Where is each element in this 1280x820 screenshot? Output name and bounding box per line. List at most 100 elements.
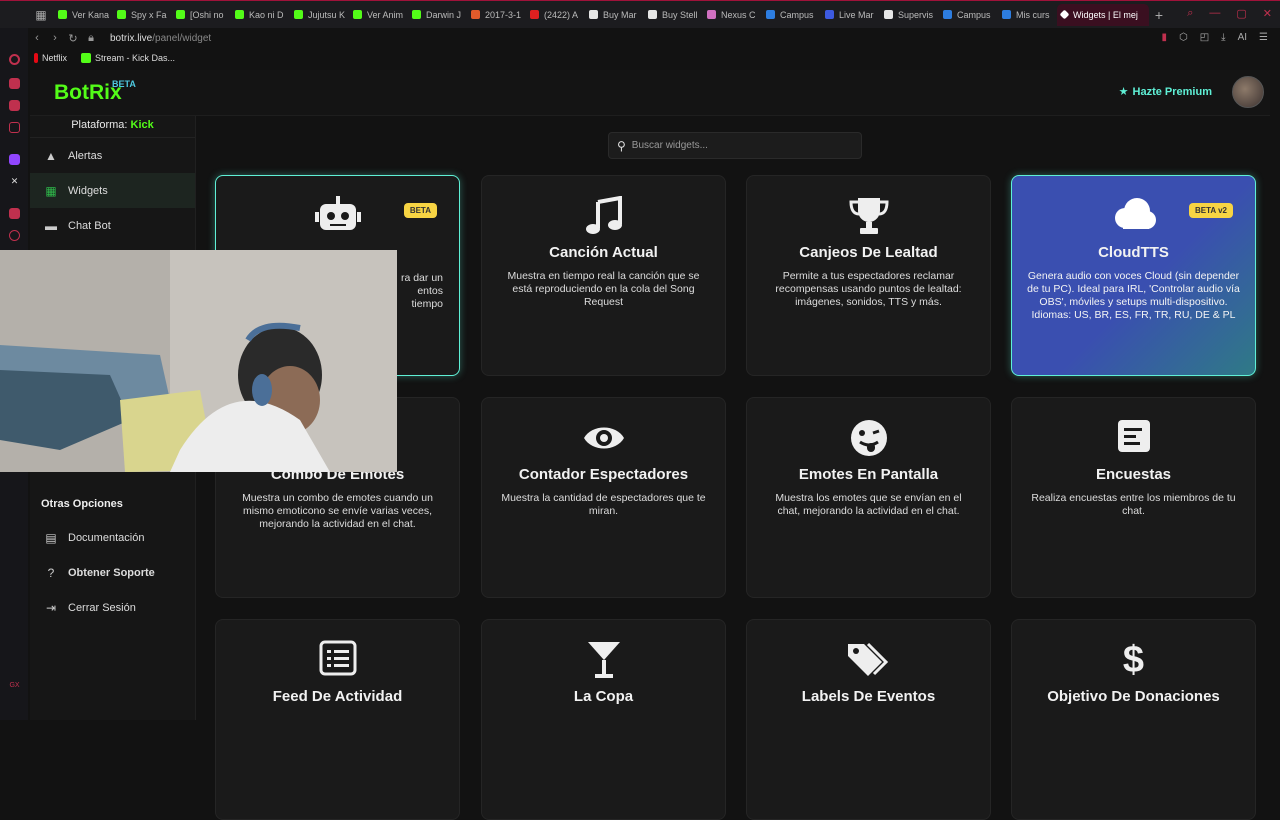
tab-label: Campus <box>780 9 814 20</box>
tab-favicon-icon <box>589 10 598 19</box>
sidebar-item-chat-bot[interactable]: ▬ Chat Bot <box>30 208 195 243</box>
card-desc: Permite a tus espectadores reclamar reco… <box>775 270 962 308</box>
botrix-favicon-icon <box>1059 9 1070 20</box>
widget-card-emotes-pantalla[interactable]: Emotes En Pantalla Muestra los emotes qu… <box>746 397 991 598</box>
snapshot-icon[interactable]: ◰ <box>1200 32 1209 43</box>
tab-item[interactable]: Ver Kana <box>54 4 113 26</box>
app-header: BotRix BETA ★ Hazte Premium <box>30 70 1270 116</box>
sidebar-item-cerrar-sesion[interactable]: ⇥ Cerrar Sesión <box>30 590 196 625</box>
opera-logo-icon[interactable] <box>9 54 20 65</box>
list-icon <box>216 640 459 680</box>
card-desc: Muestra en tiempo real la canción que se… <box>507 270 700 308</box>
beta-badge: BETA <box>403 203 437 218</box>
tab-favicon-icon <box>707 10 716 19</box>
tab-label: Spy x Fa <box>131 9 167 20</box>
vpn-icon[interactable]: ▮ <box>1161 32 1167 43</box>
sidebar-item-soporte[interactable]: ? Obtener Soporte <box>30 555 196 590</box>
widget-card-canjeos[interactable]: Canjeos De Lealtad Permite a tus especta… <box>746 175 991 376</box>
tab-item[interactable]: [Oshi no <box>172 4 231 26</box>
avatar[interactable] <box>1232 76 1264 108</box>
sidebar-item-label: Documentación <box>68 531 145 544</box>
tab-item[interactable]: Kao ni D <box>231 4 290 26</box>
card-title: Contador Espectadores <box>518 466 689 483</box>
bookmarks-bar: Netflix Stream - Kick Das... <box>28 48 175 68</box>
aria-icon[interactable] <box>9 78 20 89</box>
search-input[interactable] <box>631 140 832 151</box>
logout-icon: ⇥ <box>45 600 57 615</box>
menu-icon[interactable]: ☰ <box>1259 32 1268 43</box>
tab-item[interactable]: Mis curs <box>998 4 1057 26</box>
tab-item[interactable]: Buy Stell <box>644 4 703 26</box>
tab-label: Mis curs <box>1016 9 1050 20</box>
search-icon: ⚲ <box>617 138 626 153</box>
close-button[interactable]: ✕ <box>1263 7 1272 20</box>
card-title: Feed De Actividad <box>272 688 403 705</box>
card-desc: Realiza encuestas entre los miembros de … <box>1031 492 1236 517</box>
tab-item[interactable]: Campus <box>939 4 998 26</box>
sidebar-item-documentacion[interactable]: ▤ Documentación <box>30 520 196 555</box>
aria-ai-button[interactable]: AI <box>1238 32 1247 43</box>
platform-label: Plataforma: <box>71 119 128 131</box>
lock-icon: 🔒︎ <box>88 31 94 44</box>
tab-item[interactable]: Darwin J <box>408 4 467 26</box>
bookmark-kick[interactable]: Stream - Kick Das... <box>81 53 175 63</box>
card-title: Canjeos De Lealtad <box>799 244 938 261</box>
music-player-icon[interactable] <box>9 208 20 219</box>
tags-icon <box>747 640 990 680</box>
address-tools: ▮ ⬡ ◰ ⤓ AI ☰ <box>1161 32 1268 43</box>
card-desc: Genera audio con voces Cloud (sin depend… <box>1027 270 1240 321</box>
messenger-icon[interactable] <box>9 100 20 111</box>
tab-label: Buy Stell <box>662 9 698 20</box>
back-button[interactable]: ‹ <box>28 32 46 44</box>
tab-item[interactable]: Nexus C <box>703 4 762 26</box>
extensions-icon[interactable]: ⬡ <box>1179 32 1188 43</box>
reload-button[interactable]: ↻ <box>64 32 82 45</box>
botrix-logo[interactable]: BotRix BETA <box>54 79 136 105</box>
tab-item[interactable]: Supervis <box>880 4 939 26</box>
widget-card-cloudtts[interactable]: BETA v2 CloudTTS Genera audio con voces … <box>1011 175 1256 376</box>
sidebar-item-label: Widgets <box>68 184 108 197</box>
tab-item[interactable]: 2017-3-1 <box>467 4 526 26</box>
tab-item[interactable]: Buy Mar <box>585 4 644 26</box>
premium-link[interactable]: ★ Hazte Premium <box>1119 85 1212 99</box>
tab-favicon-icon <box>58 10 67 19</box>
tab-favicon-icon <box>117 10 126 19</box>
logo-beta-badge: BETA <box>112 79 136 89</box>
tab-grid-icon[interactable]: ▦ <box>28 1 54 29</box>
x-icon[interactable]: ✕ <box>9 176 20 187</box>
instagram-icon[interactable] <box>9 122 20 133</box>
tab-item[interactable]: Live Mar <box>821 4 880 26</box>
tab-item[interactable]: Campus <box>762 4 821 26</box>
card-title: La Copa <box>573 688 634 705</box>
card-title: Emotes En Pantalla <box>798 466 939 483</box>
widget-card-contador[interactable]: Contador Espectadores Muestra la cantida… <box>481 397 726 598</box>
new-tab-button[interactable]: + <box>1149 7 1169 23</box>
poll-icon <box>1012 418 1255 458</box>
widget-card-encuestas[interactable]: Encuestas Realiza encuestas entre los mi… <box>1011 397 1256 598</box>
card-title: Objetivo De Donaciones <box>1047 688 1220 705</box>
eye-icon <box>482 418 725 458</box>
forward-button[interactable]: › <box>46 32 64 44</box>
tab-favicon-icon <box>530 10 539 19</box>
gx-icon[interactable]: GX <box>9 680 20 691</box>
widget-card-cancion-actual[interactable]: Canción Actual Muestra en tiempo real la… <box>481 175 726 376</box>
tab-favicon-icon <box>235 10 244 19</box>
history-icon[interactable] <box>9 230 20 241</box>
minimize-button[interactable]: — <box>1209 7 1220 20</box>
bookmark-netflix[interactable]: Netflix <box>34 53 67 63</box>
download-icon[interactable]: ⤓ <box>1221 32 1225 43</box>
url-field[interactable]: botrix.live/panel/widget <box>110 33 211 44</box>
search-tabs-icon[interactable]: ⌕ <box>1187 7 1193 20</box>
card-title: Encuestas <box>1095 466 1172 483</box>
tab-active[interactable]: Widgets | El mej <box>1057 3 1149 26</box>
tab-item[interactable]: Ver Anim <box>349 4 408 26</box>
tab-item[interactable]: Spy x Fa <box>113 4 172 26</box>
twitch-icon[interactable] <box>9 154 20 165</box>
tab-item[interactable]: (2422) A <box>526 4 585 26</box>
sidebar-item-widgets[interactable]: ▦ Widgets <box>30 173 195 208</box>
maximize-button[interactable]: ▢ <box>1236 7 1246 20</box>
tab-item[interactable]: Jujutsu K <box>290 4 349 26</box>
tab-label: (2422) A <box>544 9 579 20</box>
tab-favicon-icon <box>412 10 421 19</box>
sidebar-item-alertas[interactable]: ▲ Alertas <box>30 138 195 173</box>
